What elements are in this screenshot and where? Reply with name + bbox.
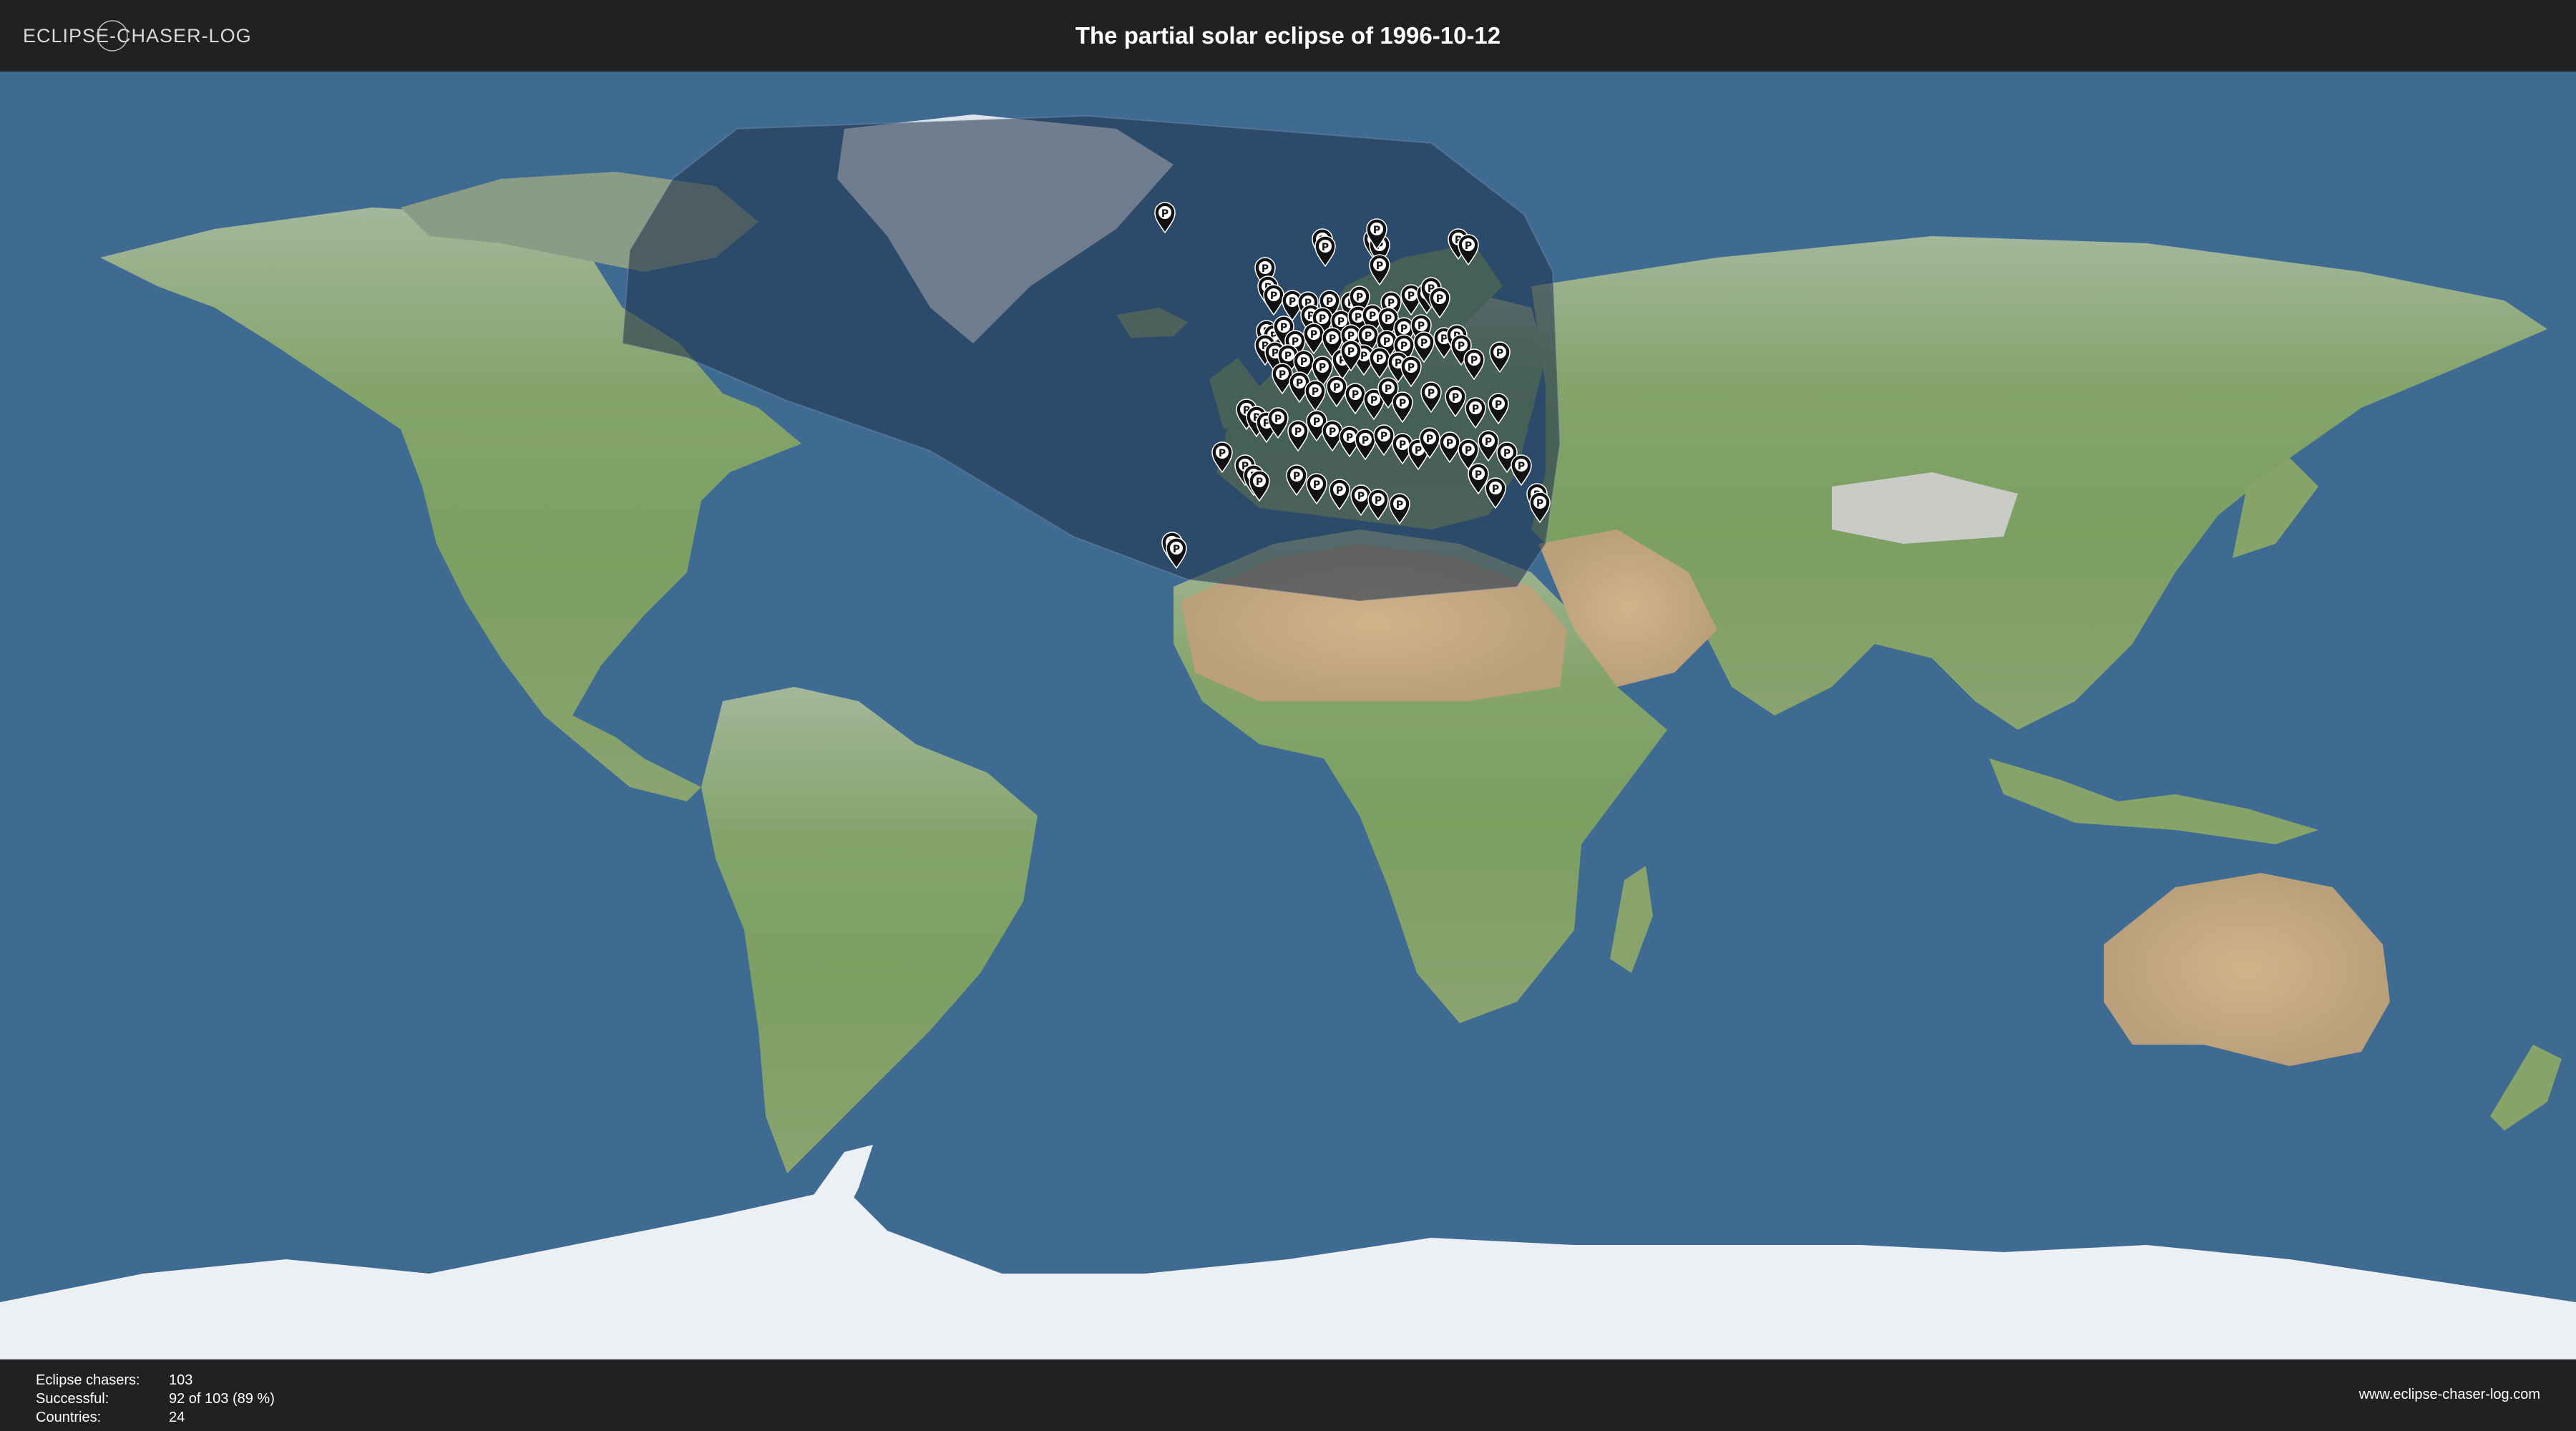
map-pin-glyph: P — [1415, 445, 1422, 456]
map-pin-glyph: P — [1380, 431, 1387, 442]
map-pin-glyph: P — [1346, 432, 1353, 444]
world-map[interactable]: PPPPPPPPPPPPPPPPPPPPPPPPPPPPPPPPPPPPPPPP… — [0, 72, 2576, 1359]
map-pin-glyph: P — [1370, 395, 1377, 406]
map-pin-glyph: P — [1385, 384, 1392, 395]
map-pin-glyph: P — [1289, 296, 1296, 308]
map-pin-glyph: P — [1219, 448, 1226, 459]
map-pin-glyph: P — [1399, 439, 1406, 451]
map-pin-glyph: P — [1365, 331, 1372, 342]
map-pin-glyph: P — [1310, 329, 1317, 341]
map-pin-glyph: P — [1536, 498, 1543, 509]
map-pin-glyph: P — [1319, 313, 1326, 325]
map-pin-glyph: P — [1312, 386, 1319, 398]
stat-eclipse-chasers: Eclipse chasers: 103 — [36, 1371, 275, 1390]
map-pin-glyph: P — [1400, 323, 1407, 335]
map-pin-glyph: P — [1294, 426, 1302, 438]
map-pin-glyph: P — [1399, 398, 1406, 409]
map-pin-glyph: P — [1396, 499, 1403, 511]
map-pin-glyph: P — [1503, 448, 1511, 459]
map-pin-glyph: P — [1274, 414, 1282, 425]
map-pin-glyph: P — [1428, 388, 1435, 399]
map-pin-glyph: P — [1279, 369, 1286, 381]
map-pin-glyph: P — [1300, 356, 1307, 368]
map-pin-glyph: P — [1496, 348, 1503, 359]
map-pin-glyph: P — [1173, 544, 1180, 555]
map-pin-glyph: P — [1347, 346, 1355, 358]
map-pin-glyph: P — [1313, 416, 1320, 428]
map-pin-glyph: P — [1337, 316, 1345, 328]
map-pin-glyph: P — [1452, 392, 1459, 404]
map-pin-glyph: P — [1475, 469, 1482, 481]
stat-value: 103 — [169, 1372, 193, 1388]
map-pin-glyph: P — [1284, 351, 1292, 362]
map-pin-glyph: P — [1296, 378, 1303, 389]
map-pin-glyph: P — [1418, 321, 1425, 332]
map-pin-glyph: P — [1355, 312, 1362, 323]
footer-bar: Eclipse chasers: 103 Successful: 92 of 1… — [0, 1359, 2576, 1431]
map-pin-glyph: P — [1426, 434, 1433, 445]
map-pin-glyph: P — [1400, 341, 1407, 352]
map-pin-glyph: P — [1492, 484, 1499, 495]
map-pin-glyph: P — [1329, 426, 1336, 438]
map-pin-glyph: P — [1458, 341, 1465, 352]
map-pin-glyph: P — [1518, 461, 1525, 472]
map-pin-glyph: P — [1293, 471, 1300, 482]
map-pin-glyph: P — [1465, 240, 1472, 252]
map-pin-glyph: P — [1322, 242, 1329, 253]
land-madagascar — [1610, 866, 1653, 973]
land-australia — [2104, 873, 2390, 1066]
map-pin-glyph: P — [1436, 293, 1443, 305]
stat-value: 92 of 103 (89 %) — [169, 1390, 275, 1407]
map-pin-glyph: P — [1357, 491, 1365, 502]
world-map-canvas[interactable]: PP P PPPP P P P P PPPPP P P P P PP PPPPP P P P P P P PPPP P P P… — [0, 72, 2576, 1359]
page-title: The partial solar eclipse of 1996-10-12 — [1075, 22, 1501, 49]
map-pin-glyph: P — [1161, 208, 1169, 220]
map-pin-glyph: P — [1375, 495, 1382, 507]
map-pin-glyph: P — [1376, 353, 1383, 365]
map-pin-glyph: P — [1333, 382, 1340, 394]
stat-countries: Countries: 24 — [36, 1408, 275, 1427]
map-pin-glyph: P — [1369, 311, 1376, 322]
map-pin-glyph: P — [1280, 322, 1287, 333]
map-pin-glyph: P — [1446, 438, 1453, 449]
stats-panel: Eclipse chasers: 103 Successful: 92 of 1… — [36, 1371, 275, 1427]
map-pin-glyph: P — [1485, 436, 1492, 448]
map-pin-glyph: P — [1262, 263, 1269, 275]
map-pin-glyph: P — [1326, 296, 1333, 308]
land-south-america — [701, 687, 1038, 1173]
land-antarctic-peninsula — [809, 1145, 873, 1216]
header-bar: ECLIPSE-CHASER-LOG The partial solar ecl… — [0, 0, 2576, 72]
map-pin-glyph: P — [1256, 477, 1263, 488]
map-pin-glyph: P — [1420, 338, 1428, 349]
stat-label: Countries: — [36, 1409, 102, 1425]
map-pin-glyph: P — [1472, 404, 1479, 415]
stat-label: Successful: — [36, 1390, 109, 1407]
map-pin-glyph: P — [1356, 292, 1363, 303]
land-new-zealand — [2490, 1045, 2562, 1130]
map-pin-glyph: P — [1373, 225, 1380, 236]
map-pin-glyph: P — [1329, 333, 1336, 345]
stat-successful: Successful: 92 of 103 (89 %) — [36, 1390, 275, 1408]
map-pin-glyph: P — [1362, 435, 1369, 446]
map-pin-glyph: P — [1383, 336, 1390, 348]
land-antarctica — [0, 1188, 2576, 1359]
map-pin-glyph: P — [1407, 362, 1415, 373]
map-pin-glyph: P — [1495, 399, 1502, 411]
map-pin-glyph: P — [1313, 479, 1320, 491]
website-link[interactable]: www.eclipse-chaser-log.com — [2359, 1387, 2540, 1403]
map-pin-glyph: P — [1352, 389, 1359, 401]
land-indonesia — [1989, 758, 2318, 844]
stat-label: Eclipse chasers: — [36, 1372, 140, 1388]
map-pin-glyph: P — [1465, 445, 1472, 456]
stat-value: 24 — [169, 1409, 185, 1425]
map-pin-glyph: P — [1336, 485, 1343, 497]
map-pin-glyph: P — [1385, 313, 1392, 325]
map-pin-glyph: P — [1470, 355, 1478, 366]
map-pin-glyph: P — [1407, 290, 1415, 302]
map-pin-glyph: P — [1376, 260, 1383, 272]
eclipse-visibility-zone[interactable] — [621, 114, 1561, 602]
map-pin-glyph: P — [1319, 362, 1326, 373]
map-pin-glyph: P — [1270, 290, 1277, 302]
